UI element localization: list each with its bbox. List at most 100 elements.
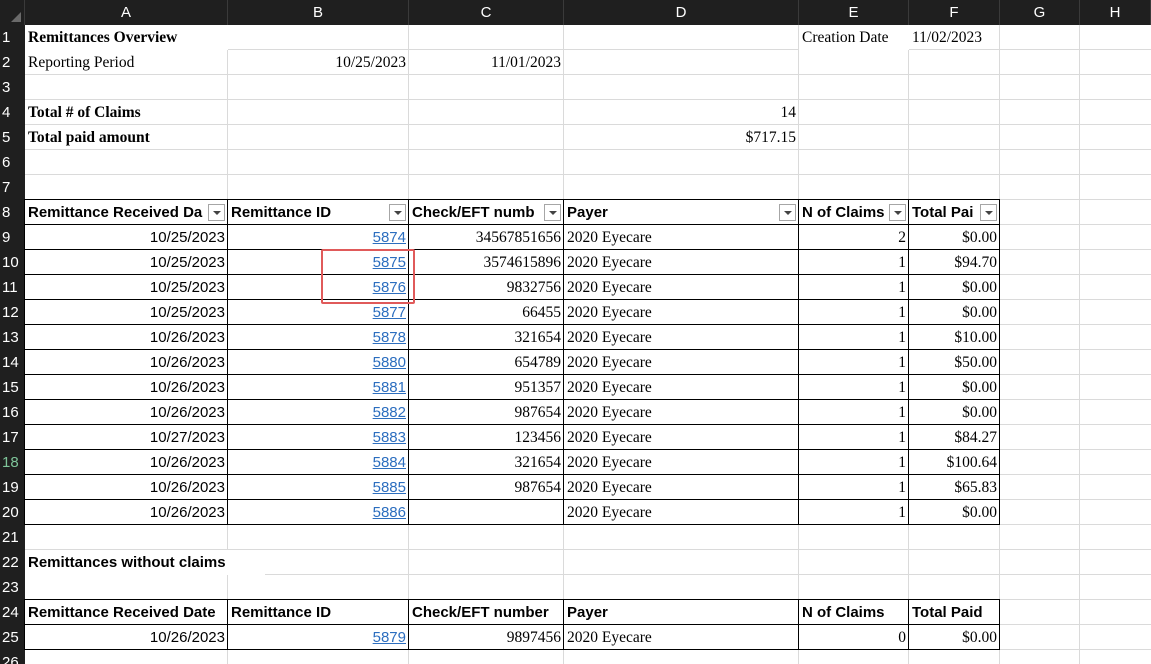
header2-total-paid[interactable]: Total Paid [909,600,1000,625]
payer-cell[interactable]: 2020 Eyecare [564,400,799,425]
filter-dropdown-button[interactable] [389,204,406,221]
remittance-date-cell[interactable]: 10/25/2023 [25,250,228,275]
payer-cell[interactable]: 2020 Eyecare [564,475,799,500]
payer-cell[interactable]: 2020 Eyecare [564,625,799,650]
row-header-7[interactable]: 7 [0,175,25,200]
row-header-10[interactable]: 10 [0,250,25,275]
check-number-cell[interactable]: 34567851656 [409,225,564,250]
n-claims-cell[interactable]: 1 [799,475,909,500]
check-number-cell[interactable] [409,500,564,525]
row-header-4[interactable]: 4 [0,100,25,125]
row-header-17[interactable]: 17 [0,425,25,450]
n-claims-cell[interactable]: 1 [799,250,909,275]
n-claims-cell[interactable]: 1 [799,500,909,525]
remittance-date-cell[interactable]: 10/26/2023 [25,325,228,350]
n-claims-cell[interactable]: 1 [799,375,909,400]
total-paid-value[interactable]: $717.15 [564,125,799,150]
total-paid-cell[interactable]: $0.00 [909,300,1000,325]
row-header-3[interactable]: 3 [0,75,25,100]
row-header-13[interactable]: 13 [0,325,25,350]
row-header-8[interactable]: 8 [0,200,25,225]
row-header-26[interactable]: 26 [0,650,25,664]
column-header-e[interactable]: E [799,0,909,25]
payer-cell[interactable]: 2020 Eyecare [564,300,799,325]
header-remittance-id[interactable]: Remittance ID [228,200,389,225]
header2-remittance-id[interactable]: Remittance ID [228,600,409,625]
period-start-date[interactable]: 10/25/2023 [228,50,409,75]
check-number-cell[interactable]: 951357 [409,375,564,400]
row-header-15[interactable]: 15 [0,375,25,400]
header2-n-claims[interactable]: N of Claims [799,600,909,625]
total-paid-cell[interactable]: $0.00 [909,500,1000,525]
check-number-cell[interactable]: 9832756 [409,275,564,300]
remittance-id-link[interactable]: 5880 [228,350,409,375]
check-number-cell[interactable]: 321654 [409,325,564,350]
payer-cell[interactable]: 2020 Eyecare [564,350,799,375]
remittance-date-cell[interactable]: 10/25/2023 [25,300,228,325]
column-header-b[interactable]: B [228,0,409,25]
filter-dropdown-button[interactable] [208,204,225,221]
filter-dropdown-button[interactable] [544,204,561,221]
row-header-9[interactable]: 9 [0,225,25,250]
check-number-cell[interactable]: 3574615896 [409,250,564,275]
row-header-22[interactable]: 22 [0,550,25,575]
total-paid-label[interactable]: Total paid amount [25,125,228,150]
total-paid-cell[interactable]: $100.64 [909,450,1000,475]
n-claims-cell[interactable]: 1 [799,350,909,375]
remittance-id-link[interactable]: 5882 [228,400,409,425]
check-number-cell[interactable]: 321654 [409,450,564,475]
total-paid-cell[interactable]: $94.70 [909,250,1000,275]
payer-cell[interactable]: 2020 Eyecare [564,425,799,450]
filter-dropdown-button[interactable] [980,204,997,221]
row-header-12[interactable]: 12 [0,300,25,325]
remittance-date-cell[interactable]: 10/25/2023 [25,225,228,250]
column-header-a[interactable]: A [25,0,228,25]
remittance-date-cell[interactable]: 10/27/2023 [25,425,228,450]
check-number-cell[interactable]: 9897456 [409,625,564,650]
remittance-date-cell[interactable]: 10/26/2023 [25,475,228,500]
column-header-g[interactable]: G [1000,0,1080,25]
total-paid-cell[interactable]: $50.00 [909,350,1000,375]
remittance-id-link[interactable]: 5879 [228,625,409,650]
total-paid-cell[interactable]: $84.27 [909,425,1000,450]
payer-cell[interactable]: 2020 Eyecare [564,500,799,525]
remittance-id-link[interactable]: 5886 [228,500,409,525]
header-n-claims[interactable]: N of Claims [799,200,889,225]
remittance-id-link[interactable]: 5884 [228,450,409,475]
column-header-h[interactable]: H [1080,0,1151,25]
n-claims-cell[interactable]: 1 [799,425,909,450]
header-total-paid[interactable]: Total Pai [909,200,980,225]
row-header-24[interactable]: 24 [0,600,25,625]
row-header-25[interactable]: 25 [0,625,25,650]
header2-check-number[interactable]: Check/EFT number [409,600,564,625]
remittance-date-cell[interactable]: 10/25/2023 [25,275,228,300]
check-number-cell[interactable]: 987654 [409,475,564,500]
column-header-f[interactable]: F [909,0,1000,25]
row-header-18[interactable]: 18 [0,450,25,475]
header2-remittance-date[interactable]: Remittance Received Date [25,600,228,625]
remittance-date-cell[interactable]: 10/26/2023 [25,400,228,425]
remittance-date-cell[interactable]: 10/26/2023 [25,500,228,525]
payer-cell[interactable]: 2020 Eyecare [564,225,799,250]
row-header-11[interactable]: 11 [0,275,25,300]
row-header-5[interactable]: 5 [0,125,25,150]
header2-payer[interactable]: Payer [564,600,799,625]
select-all-corner[interactable] [0,0,25,25]
total-paid-cell[interactable]: $0.00 [909,625,1000,650]
remittance-id-link[interactable]: 5885 [228,475,409,500]
payer-cell[interactable]: 2020 Eyecare [564,450,799,475]
header-remittance-date[interactable]: Remittance Received Da [25,200,208,225]
total-paid-cell[interactable]: $0.00 [909,375,1000,400]
total-claims-value[interactable]: 14 [564,100,799,125]
total-paid-cell[interactable]: $0.00 [909,275,1000,300]
n-claims-cell[interactable]: 1 [799,325,909,350]
row-header-6[interactable]: 6 [0,150,25,175]
column-header-c[interactable]: C [409,0,564,25]
filter-dropdown-button[interactable] [779,204,796,221]
remittance-id-link[interactable]: 5874 [228,225,409,250]
payer-cell[interactable]: 2020 Eyecare [564,275,799,300]
n-claims-cell[interactable]: 2 [799,225,909,250]
check-number-cell[interactable]: 66455 [409,300,564,325]
payer-cell[interactable]: 2020 Eyecare [564,375,799,400]
row-header-23[interactable]: 23 [0,575,25,600]
